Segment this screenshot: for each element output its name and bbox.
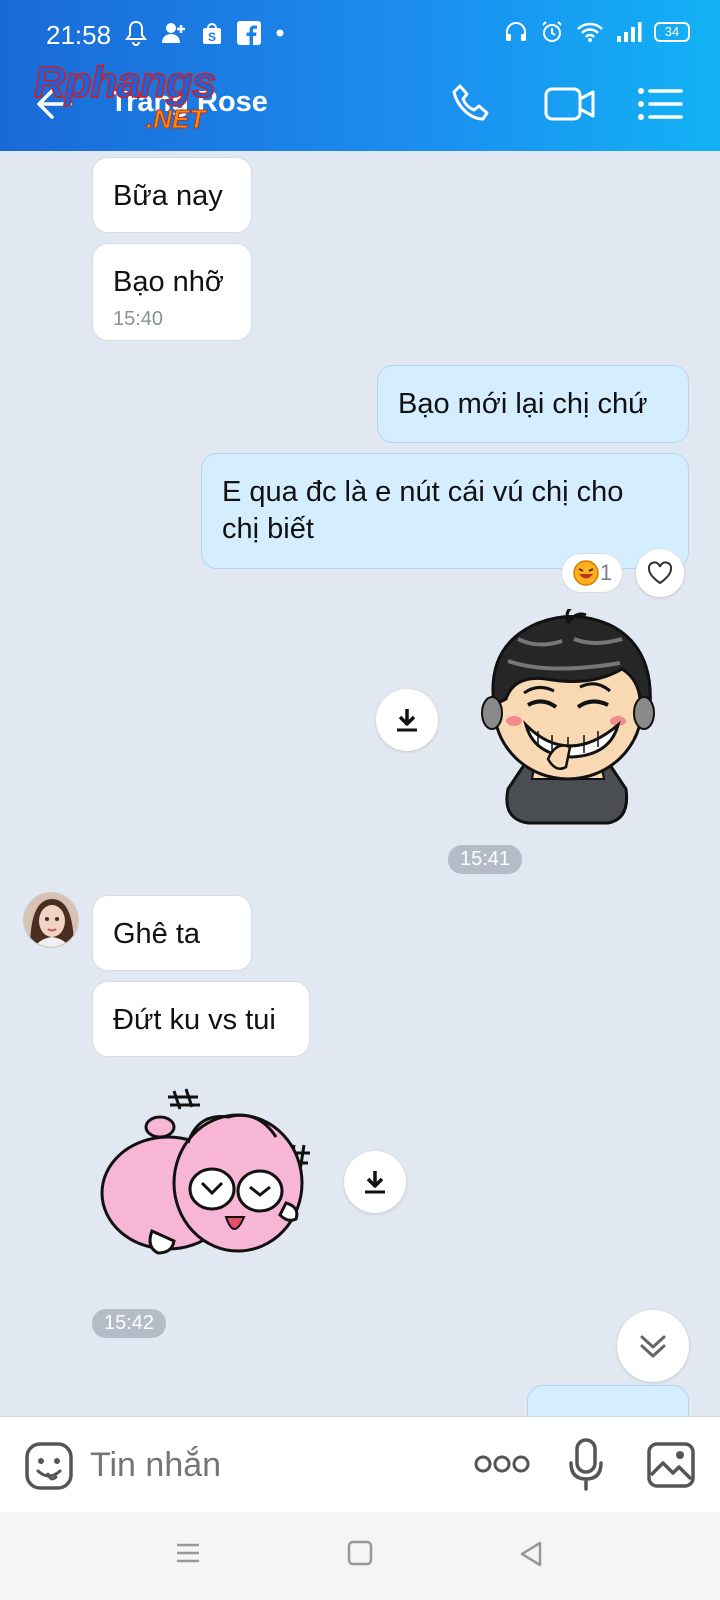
chat-options-button[interactable] <box>634 78 686 130</box>
time-separator: 15:41 <box>448 845 523 874</box>
system-navigation-bar <box>0 1512 720 1600</box>
image-gallery-icon[interactable] <box>646 1441 696 1489</box>
message-text: Đứt ku vs tui <box>113 1004 276 1036</box>
video-call-button[interactable] <box>540 78 600 130</box>
download-icon <box>365 1171 385 1194</box>
chat-messages-area[interactable]: Bữa nay Bạo nhỡ 15:40 Bạo mới lại chị ch… <box>0 151 720 1416</box>
outgoing-message-bubble[interactable]: E qua đc là e nút cái vú chị cho chị biế… <box>201 453 689 569</box>
battery-icon: 34 <box>654 22 690 42</box>
pink-laughing-creature-sticker[interactable] <box>98 1083 324 1269</box>
message-text: Ghê ta <box>113 918 201 950</box>
avatar-photo <box>24 893 78 947</box>
download-sticker-button[interactable] <box>344 1151 406 1213</box>
contact-name[interactable]: Trang Rose <box>110 86 268 119</box>
laughing-emoji-icon <box>573 560 599 586</box>
double-chevron-down-icon <box>640 1335 666 1358</box>
smirking-boy-sticker[interactable] <box>478 609 658 825</box>
home-nav-icon[interactable] <box>347 1540 373 1566</box>
menu-nav-icon[interactable] <box>175 1540 201 1566</box>
video-camera-icon <box>544 87 595 121</box>
download-icon <box>397 709 417 732</box>
chat-header: Trang Rose Rphangs .NET <box>0 56 720 151</box>
outgoing-message-bubble-partial[interactable] <box>527 1385 689 1416</box>
facebook-icon <box>237 21 261 45</box>
message-text: Bạo mới lại chị chứ <box>398 388 648 420</box>
headset-icon <box>506 22 526 41</box>
system-icons: 34 <box>504 20 690 44</box>
more-options-icon[interactable] <box>474 1453 530 1475</box>
outgoing-message-bubble[interactable]: Bạo mới lại chị chứ <box>377 365 689 443</box>
status-time: 21:58 <box>46 20 112 50</box>
microphone-icon[interactable] <box>568 1437 604 1493</box>
scroll-to-bottom-button[interactable] <box>617 1310 689 1382</box>
phone-icon <box>452 84 489 121</box>
notification-icons: S <box>125 20 285 46</box>
signal-icon <box>617 22 642 42</box>
incoming-message-bubble[interactable]: Ghê ta <box>92 895 252 971</box>
voice-call-button[interactable] <box>446 78 498 130</box>
incoming-message-bubble[interactable]: Đứt ku vs tui <box>92 981 310 1057</box>
wifi-icon <box>577 22 603 42</box>
shopee-icon: S <box>203 23 221 44</box>
status-bar: 21:58 S 34 <box>0 0 720 56</box>
alarm-icon <box>542 21 562 42</box>
emoji-sticker-icon[interactable] <box>24 1441 74 1491</box>
message-text: Bữa nay <box>113 180 223 212</box>
svg-text:S: S <box>208 30 216 44</box>
message-text: Bạo nhỡ <box>113 266 224 298</box>
message-text: E qua đc là e nút cái vú chị cho chị biế… <box>222 476 624 545</box>
bell-icon <box>125 20 147 46</box>
message-timestamp: 15:40 <box>113 308 164 330</box>
back-arrow-icon[interactable] <box>32 82 76 126</box>
back-nav-icon[interactable] <box>518 1540 544 1568</box>
dot-icon <box>276 29 284 37</box>
reaction-count: 1 <box>599 560 613 585</box>
time-separator: 15:42 <box>92 1309 167 1338</box>
incoming-message-bubble[interactable]: Bạo nhỡ 15:40 <box>92 243 252 341</box>
add-contact-icon <box>162 23 185 43</box>
incoming-message-bubble[interactable]: Bữa nay <box>92 157 252 233</box>
message-input-bar <box>0 1416 720 1512</box>
contact-avatar[interactable] <box>23 892 79 948</box>
download-sticker-button[interactable] <box>376 689 438 751</box>
react-heart-button[interactable] <box>636 549 684 597</box>
heart-icon <box>647 561 673 585</box>
message-input[interactable] <box>90 1441 430 1489</box>
list-menu-icon <box>638 88 683 120</box>
reaction-badge[interactable]: 1 <box>561 553 623 593</box>
